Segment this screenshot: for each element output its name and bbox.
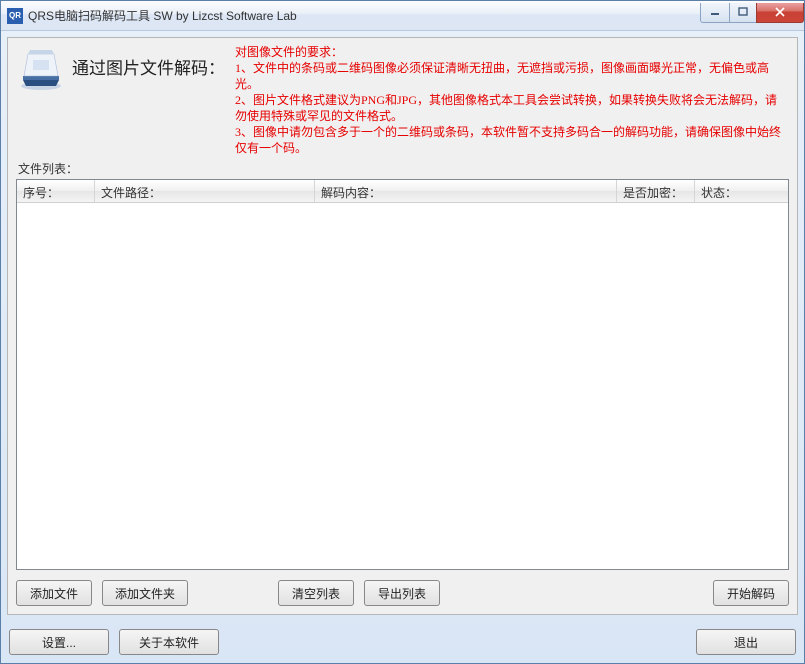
window-title: QRS电脑扫码解码工具 SW by Lizcst Software Lab xyxy=(28,7,701,24)
app-window: QR QRS电脑扫码解码工具 SW by Lizcst Software Lab xyxy=(0,0,805,664)
client-area: 通过图片文件解码： 对图像文件的要求： 1、文件中的条码或二维码图像必须保证清晰… xyxy=(7,37,798,615)
toolbar-row: 添加文件 添加文件夹 清空列表 导出列表 开始解码 xyxy=(16,580,789,606)
start-decode-button[interactable]: 开始解码 xyxy=(713,580,789,606)
requirements-text: 对图像文件的要求： 1、文件中的条码或二维码图像必须保证清晰无扭曲，无遮挡或污损… xyxy=(235,44,789,156)
scanner-icon xyxy=(16,46,66,92)
table-body[interactable] xyxy=(17,203,788,569)
titlebar[interactable]: QR QRS电脑扫码解码工具 SW by Lizcst Software Lab xyxy=(1,1,804,31)
close-button[interactable] xyxy=(756,3,804,23)
header-row: 通过图片文件解码： 对图像文件的要求： 1、文件中的条码或二维码图像必须保证清晰… xyxy=(16,44,789,156)
about-button[interactable]: 关于本软件 xyxy=(119,629,219,655)
settings-button[interactable]: 设置... xyxy=(9,629,109,655)
col-encrypted[interactable]: 是否加密： xyxy=(617,180,695,202)
col-index[interactable]: 序号： xyxy=(17,180,95,202)
file-table[interactable]: 序号： 文件路径： 解码内容： 是否加密： 状态： xyxy=(16,179,789,570)
col-status[interactable]: 状态： xyxy=(695,180,788,202)
clear-list-button[interactable]: 清空列表 xyxy=(278,580,354,606)
export-list-button[interactable]: 导出列表 xyxy=(364,580,440,606)
file-list-label: 文件列表： xyxy=(18,160,789,177)
table-header: 序号： 文件路径： 解码内容： 是否加密： 状态： xyxy=(17,180,788,203)
bottom-bar: 设置... 关于本软件 退出 xyxy=(9,629,796,655)
app-icon: QR xyxy=(7,8,23,24)
maximize-button[interactable] xyxy=(729,3,757,23)
add-file-button[interactable]: 添加文件 xyxy=(16,580,92,606)
add-folder-button[interactable]: 添加文件夹 xyxy=(102,580,188,606)
minimize-button[interactable] xyxy=(700,3,730,23)
page-heading: 通过图片文件解码： xyxy=(72,54,225,79)
col-path[interactable]: 文件路径： xyxy=(95,180,315,202)
window-controls xyxy=(701,3,804,23)
col-content[interactable]: 解码内容： xyxy=(315,180,617,202)
exit-button[interactable]: 退出 xyxy=(696,629,796,655)
